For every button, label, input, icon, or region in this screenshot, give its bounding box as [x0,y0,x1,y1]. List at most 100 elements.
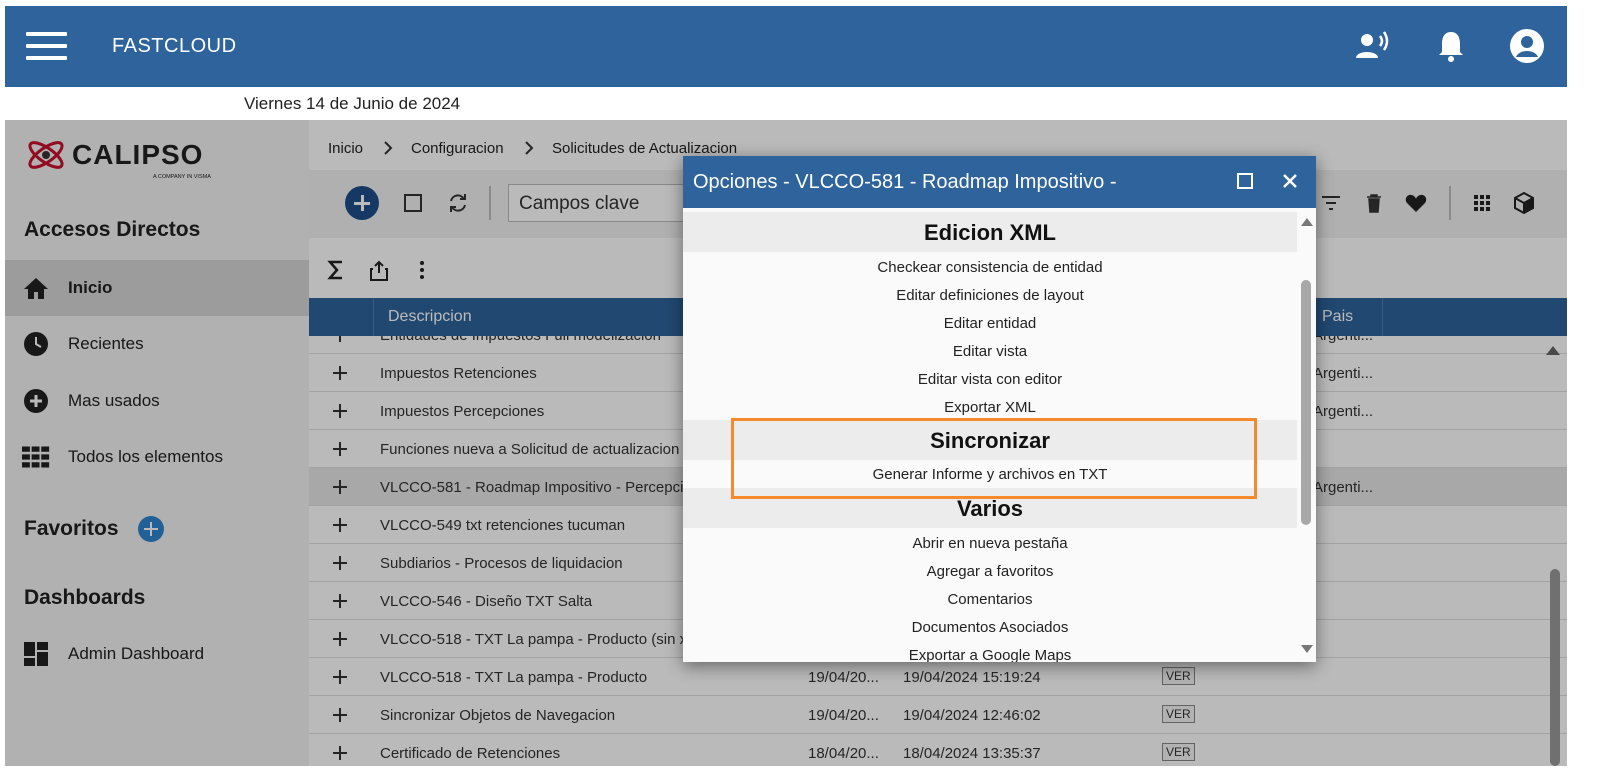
option-agregar-favoritos[interactable]: Agregar a favoritos [683,558,1297,586]
sidebar-item-mas-usados[interactable]: Mas usados [5,373,309,429]
trash-icon[interactable] [1362,191,1386,215]
close-icon[interactable] [1280,171,1300,191]
option-editar-vista-editor[interactable]: Editar vista con editor [683,366,1297,394]
column-pais[interactable]: Pais [1322,298,1353,336]
option-editar-entidad[interactable]: Editar entidad [683,310,1297,338]
row-description: VLCCO-549 txt retenciones tucuman [380,517,626,534]
expand-icon[interactable] [333,366,347,380]
breadcrumb-configuracion[interactable]: Configuracion [411,140,504,157]
row-description: Impuestos Percepciones [380,403,545,420]
checkbox-icon[interactable] [401,191,425,215]
svg-text:A COMPANY IN VISMA: A COMPANY IN VISMA [153,174,211,180]
share-icon[interactable] [367,259,391,283]
row-description: VLCCO-518 - TXT La pampa - Producto (sin… [380,631,683,648]
heart-icon[interactable] [1404,191,1428,215]
maximize-icon[interactable] [1237,173,1253,189]
option-documentos-asociados[interactable]: Documentos Asociados [683,614,1297,642]
plus-circle-icon [24,389,48,413]
current-date: Viernes 14 de Junio de 2024 [244,94,461,113]
row-description: VLCCO-518 - TXT La pampa - Producto [380,669,648,686]
table-row[interactable]: Certificado de Retenciones 18/04/20... 18/… [309,734,1567,766]
account-icon[interactable] [1509,28,1545,64]
expand-icon[interactable] [333,336,347,342]
campos-clave-select[interactable]: Campos clave [508,184,708,222]
expand-icon[interactable] [333,708,347,722]
row-description: Impuestos Retenciones [380,365,537,382]
column-divider [1382,298,1383,336]
dashboard-icon [24,642,48,666]
add-favorite-button[interactable] [138,516,164,542]
expand-icon[interactable] [333,670,347,684]
refresh-icon[interactable] [446,191,470,215]
sidebar-item-recientes[interactable]: Recientes [5,316,309,372]
sidebar-item-label: Admin Dashboard [68,644,205,663]
add-button[interactable] [345,186,379,220]
scroll-down-icon[interactable] [1301,645,1313,653]
sidebar-item-label: Recientes [68,334,144,353]
option-exportar-xml[interactable]: Exportar XML [683,394,1297,422]
more-vertical-icon[interactable] [410,258,434,282]
dialog-header: Opciones - VLCCO-581 - Roadmap Impositiv… [683,156,1316,208]
home-icon [24,278,48,299]
ver-button[interactable]: VER [1162,667,1195,685]
expand-icon[interactable] [333,442,347,456]
expand-icon[interactable] [333,746,347,760]
calipso-logo: CALIPSO A COMPANY IN VISMA [28,139,211,180]
option-abrir-nueva-pestana[interactable]: Abrir en nueva pestaña [683,530,1297,558]
accesos-directos-heading: Accesos Directos [24,218,201,241]
section-varios: Varios [683,488,1297,528]
option-editar-definiciones-layout[interactable]: Editar definiciones de layout [683,282,1297,310]
breadcrumb-solicitudes: Solicitudes de Actualizacion [552,140,738,157]
page-scroll-up[interactable] [1546,346,1560,355]
apps-grid-icon[interactable] [1470,191,1494,215]
row-date: 19/04/20... [808,707,879,724]
cube-icon[interactable] [1512,191,1536,215]
option-comentarios[interactable]: Comentarios [683,586,1297,614]
dialog-title: Opciones - VLCCO-581 - Roadmap Impositiv… [693,171,1117,193]
sidebar-item-todos[interactable]: Todos los elementos [5,429,309,485]
ver-button[interactable]: VER [1162,743,1195,761]
sidebar-item-label: Mas usados [68,391,160,410]
favoritos-heading: Favoritos [24,517,119,540]
row-description: Funciones nueva a Solicitud de actualiza… [380,441,680,458]
ver-button[interactable]: VER [1162,705,1195,723]
sum-icon[interactable] [324,258,348,282]
toolbar-divider [489,186,491,220]
top-bar: FASTCLOUD [5,6,1567,87]
sidebar-item-admin-dashboard[interactable]: Admin Dashboard [5,626,309,682]
bell-icon[interactable] [1433,28,1469,64]
page-scrollbar-thumb[interactable] [1550,569,1560,766]
dialog-scrollbar[interactable] [1297,208,1316,662]
dialog-scrollbar-thumb[interactable] [1301,280,1311,525]
breadcrumb-inicio[interactable]: Inicio [328,140,363,157]
sidebar-item-inicio[interactable]: Inicio [5,260,309,316]
row-datetime: 19/04/2024 15:19:24 [903,669,1041,686]
row-pais: Argenti... [1313,403,1374,420]
expand-icon[interactable] [333,556,347,570]
sidebar-item-label: Inicio [68,278,113,297]
expand-icon[interactable] [333,518,347,532]
section-edicion-xml: Edicion XML [683,212,1297,252]
column-divider [373,298,374,336]
sidebar: CALIPSO A COMPANY IN VISMA Accesos Direc… [5,120,309,766]
voice-assistant-icon[interactable] [1354,28,1390,64]
option-checkear-consistencia[interactable]: Checkear consistencia de entidad [683,254,1297,282]
filter-icon[interactable] [1319,191,1343,215]
date-bar: Viernes 14 de Junio de 2024 [5,87,1567,120]
menu-icon[interactable] [26,32,67,62]
option-generar-informe-txt[interactable]: Generar Informe y archivos en TXT [683,461,1297,489]
scroll-up-icon[interactable] [1301,218,1313,226]
expand-icon[interactable] [333,594,347,608]
row-pais: Argenti... [1313,479,1374,496]
clock-icon [24,332,48,356]
chevron-right-icon [525,141,534,155]
row-description: Certificado de Retenciones [380,745,561,762]
expand-icon[interactable] [333,404,347,418]
expand-icon[interactable] [333,480,347,494]
expand-icon[interactable] [333,632,347,646]
table-row[interactable]: Sincronizar Objetos de Navegacion 19/04/2… [309,696,1567,734]
column-descripcion[interactable]: Descripcion [388,298,472,336]
table-row[interactable]: VLCCO-518 - TXT La pampa - Producto 19/04… [309,658,1567,696]
option-exportar-google-maps[interactable]: Exportar a Google Maps [683,642,1297,662]
option-editar-vista[interactable]: Editar vista [683,338,1297,366]
